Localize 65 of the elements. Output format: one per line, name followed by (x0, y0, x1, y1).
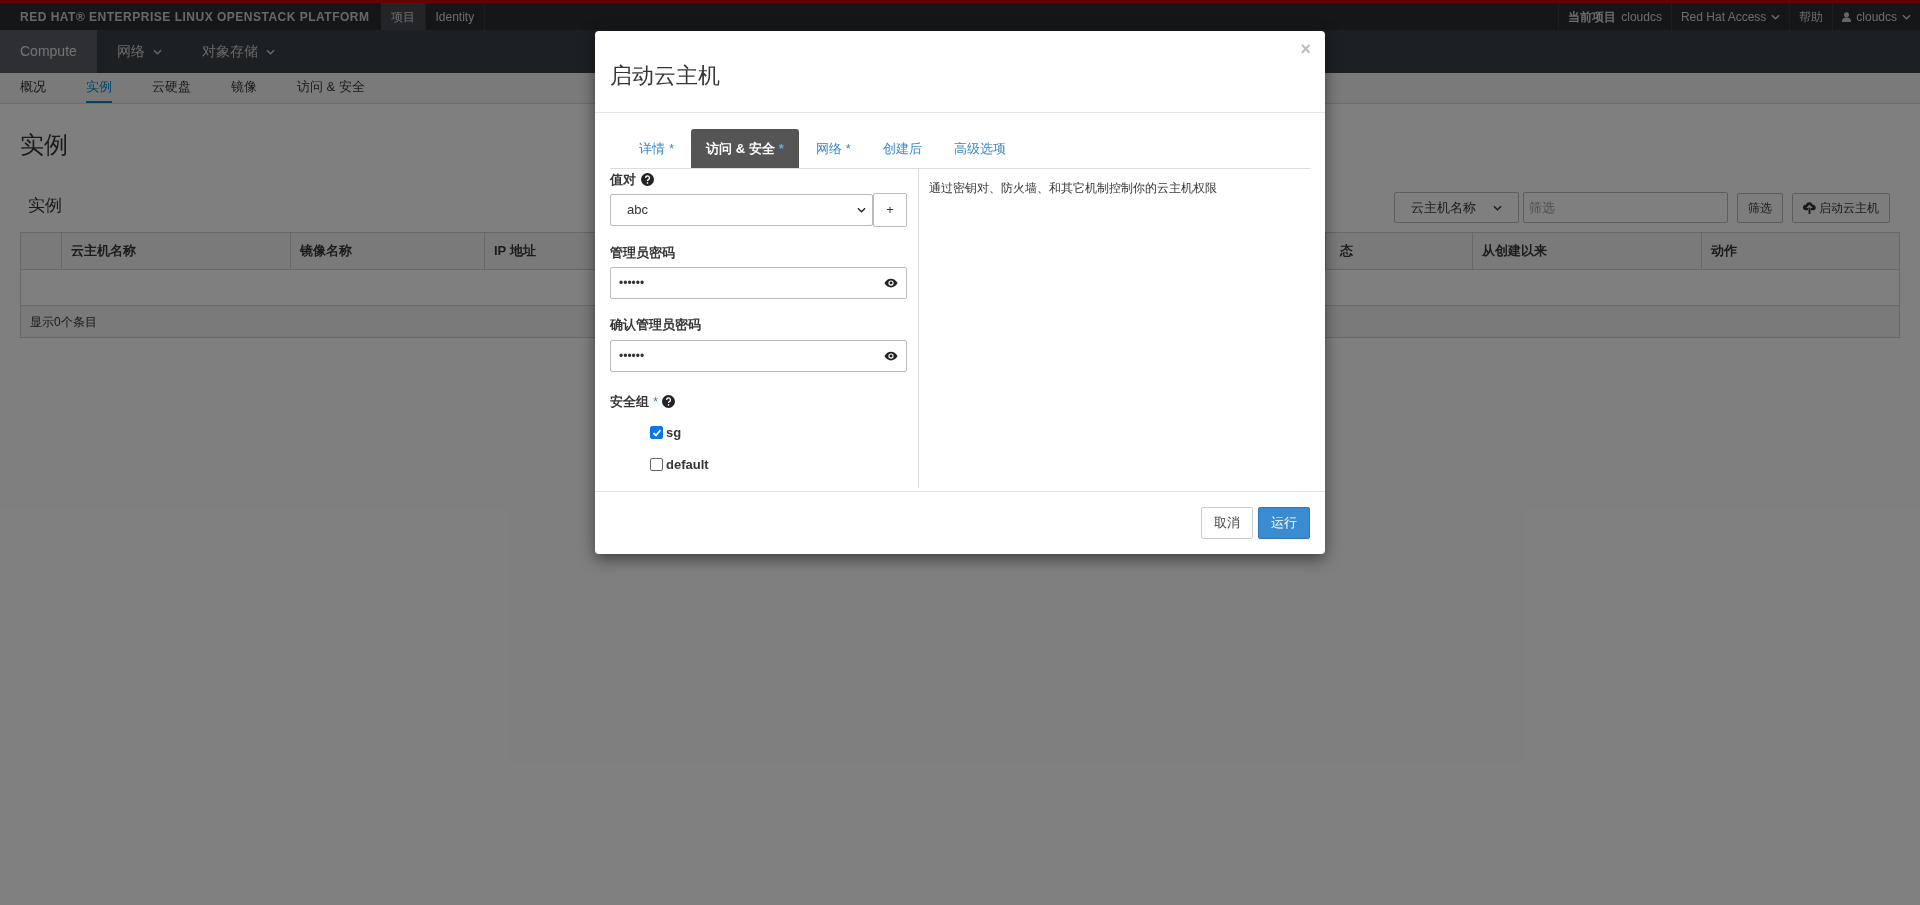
password-field[interactable]: •••••• (610, 339, 907, 372)
brand-logo[interactable]: RED HAT® ENTERPRISE LINUX OPENSTACK PLATFORM (0, 7, 381, 26)
required-mark: * (778, 139, 784, 158)
column-header: 云主机名称 (71, 242, 136, 261)
checkbox[interactable] (650, 457, 663, 471)
page-title: 实例 (20, 130, 68, 160)
sub-nav-tab[interactable]: 实例 (86, 73, 112, 103)
eye-icon[interactable] (884, 278, 898, 288)
keypair-select[interactable]: abc (610, 193, 873, 226)
caret-icon (1493, 204, 1502, 211)
help-text: 通过密钥对、防火墙、和其它机制控制你的云主机权限 (929, 180, 1217, 197)
eye-icon[interactable] (884, 350, 898, 361)
help-icon[interactable] (662, 394, 676, 408)
sub-nav-tab[interactable]: 镜像 (231, 73, 257, 103)
top-right-label: 帮助 (1799, 8, 1824, 26)
field-label: 确认管理员密码 (610, 316, 702, 334)
sub-nav-tab[interactable]: 访问 & 安全 (297, 73, 365, 103)
checkbox-label: sg (666, 424, 682, 442)
column-header: 从创建以来 (1482, 242, 1547, 261)
required-mark: * (653, 392, 659, 411)
field-label: 管理员密码 (610, 243, 676, 262)
modal-tab[interactable]: 创建后 (867, 129, 937, 168)
field-label: 值对 (610, 171, 636, 189)
password-value: •••••• (619, 275, 645, 292)
cancel-button[interactable]: 取消 (1201, 507, 1253, 539)
table-footer: 显示0个条目 (30, 312, 97, 331)
caret-icon (1902, 13, 1911, 20)
project-name: cloudcs (1621, 8, 1662, 26)
cloud-upload-icon (1803, 201, 1816, 214)
run-button[interactable]: 运行 (1258, 507, 1310, 539)
check-icon (651, 427, 662, 438)
top-right-label: Red Hat Access (1680, 8, 1767, 26)
sub-nav-tab[interactable]: 概况 (20, 73, 46, 103)
top-menu-item[interactable]: 项目 (380, 3, 426, 30)
caret-icon (1771, 13, 1781, 20)
section-title: 实例 (27, 194, 62, 217)
nav-tab[interactable]: 对象存储 (181, 30, 295, 73)
sub-nav-tab[interactable]: 云硬盘 (152, 73, 191, 103)
filter-button[interactable]: 筛选 (1737, 192, 1783, 223)
password-value: •••••• (619, 347, 645, 365)
checkbox[interactable] (650, 426, 663, 440)
add-keypair-button[interactable]: + (873, 192, 907, 227)
column-header: 态 (1340, 242, 1353, 261)
column-header: 镜像名称 (300, 242, 352, 261)
help-icon[interactable] (641, 173, 654, 187)
launch-instance-button[interactable]: 启动云主机 (1792, 192, 1890, 223)
user-icon (1842, 11, 1852, 22)
modal-title: 启动云主机 (610, 62, 720, 90)
column-header: IP 地址 (494, 242, 536, 261)
checkbox-label: default (666, 455, 709, 474)
top-right-label: 当前项目 (1568, 8, 1617, 26)
nav-tab[interactable]: 网络 (96, 30, 182, 73)
column-header: 动作 (1711, 242, 1737, 261)
nav-tab[interactable]: Compute (0, 30, 97, 73)
modal-tab[interactable]: 高级选项 (938, 129, 1021, 168)
filter-select[interactable]: 云主机名称 (1394, 192, 1519, 223)
required-mark: * (845, 139, 851, 158)
caret-icon (857, 206, 866, 213)
password-field[interactable]: •••••• (610, 267, 907, 299)
modal-tab[interactable]: 网络 * (800, 129, 866, 168)
modal-tab[interactable]: 详情 * (624, 129, 690, 168)
modal-tab[interactable]: 访问 & 安全 * (691, 129, 799, 168)
field-label: 安全组 (610, 392, 649, 411)
required-mark: * (669, 139, 675, 158)
top-right-label: cloudcs (1856, 8, 1897, 26)
